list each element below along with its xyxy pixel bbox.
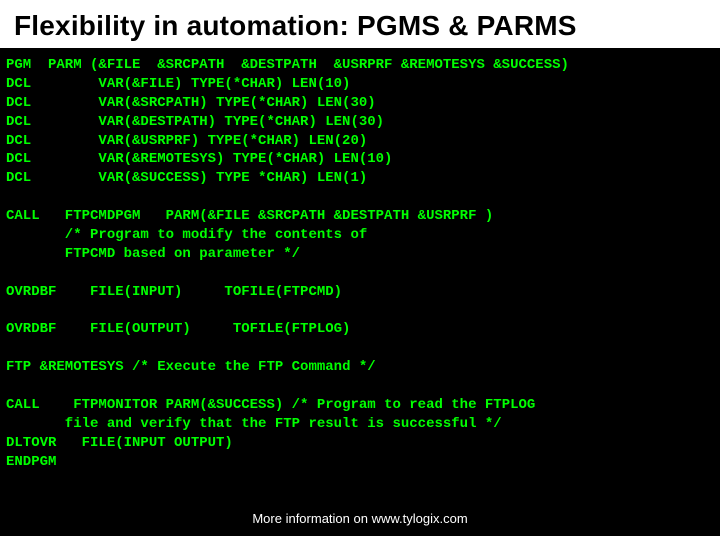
code-line: DCL VAR(&DESTPATH) TYPE(*CHAR) LEN(30) [6,114,384,130]
code-line: DCL VAR(&USRPRF) TYPE(*CHAR) LEN(20) [6,133,367,149]
code-comment: FTPCMD based on parameter */ [6,246,300,262]
code-line: CALL FTPMONITOR PARM(&SUCCESS) [6,397,292,413]
footer-link: More information on www.tylogix.com [0,510,720,528]
code-block: PGM PARM (&FILE &SRCPATH &DESTPATH &USRP… [0,48,720,536]
code-line: DCL VAR(&SUCCESS) TYPE *CHAR) LEN(1) [6,170,367,186]
code-line: FTP &REMOTESYS [6,359,132,375]
code-line: OVRDBF FILE(INPUT) TOFILE(FTPCMD) [6,284,342,300]
code-line: DCL VAR(&REMOTESYS) TYPE(*CHAR) LEN(10) [6,151,392,167]
slide: Flexibility in automation: PGMS & PARMS … [0,0,720,540]
code-line: DCL VAR(&SRCPATH) TYPE(*CHAR) LEN(30) [6,95,376,111]
code-line: OVRDBF FILE(OUTPUT) TOFILE(FTPLOG) [6,321,350,337]
code-line: CALL FTPCMDPGM PARM(&FILE &SRCPATH &DEST… [6,208,493,224]
code-line: ENDPGM [6,454,56,470]
code-comment: /* Program to modify the contents of [6,227,367,243]
code-comment: file and verify that the FTP result is s… [6,416,502,432]
code-line: PGM PARM (&FILE &SRCPATH &DESTPATH &USRP… [6,57,569,73]
code-comment: /* Execute the FTP Command */ [132,359,376,375]
code-line: DCL VAR(&FILE) TYPE(*CHAR) LEN(10) [6,76,350,92]
code-comment: /* Program to read the FTPLOG [292,397,536,413]
code-line: DLTOVR FILE(INPUT OUTPUT) [6,435,233,451]
slide-title: Flexibility in automation: PGMS & PARMS [0,0,720,48]
